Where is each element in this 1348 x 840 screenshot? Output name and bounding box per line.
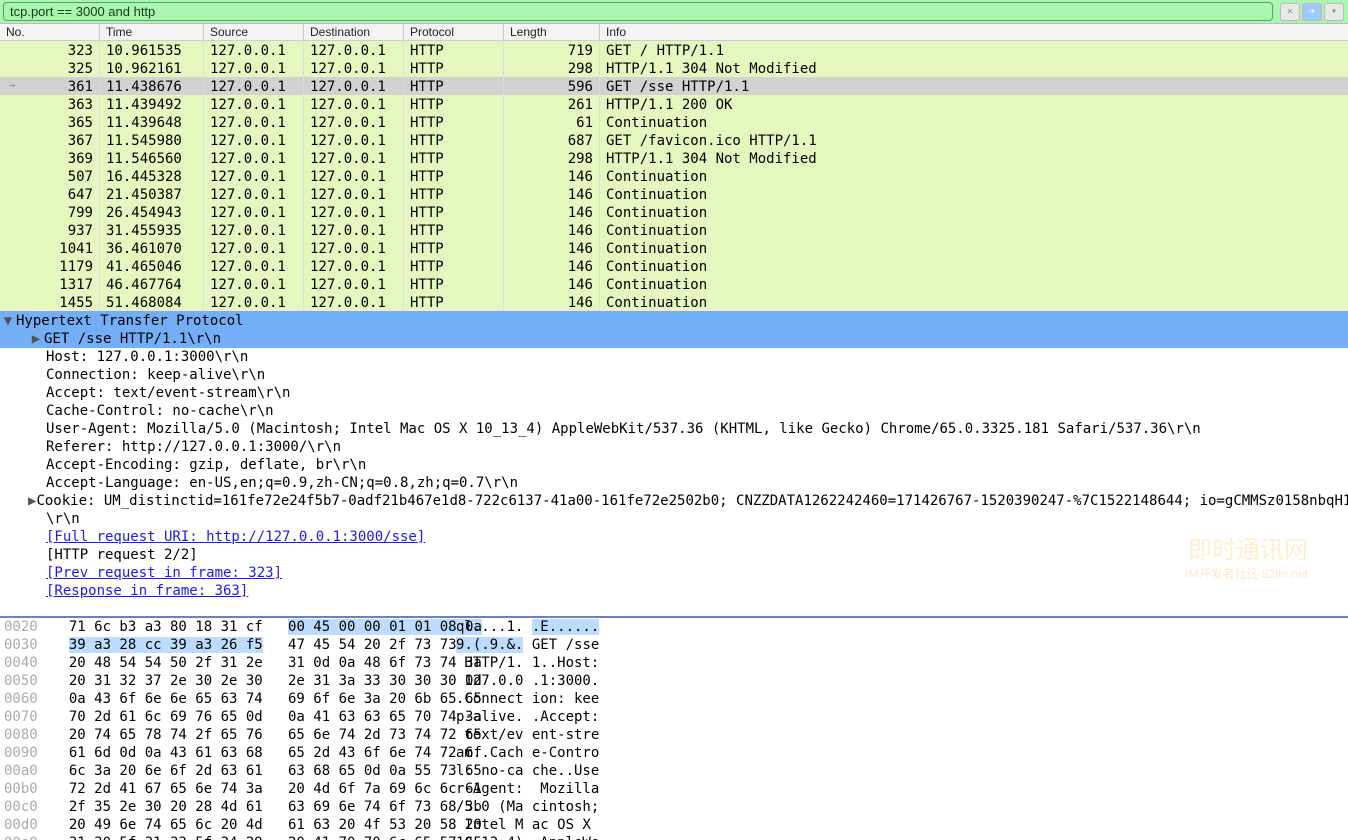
filter-dropdown-button[interactable]: ▾: [1324, 3, 1344, 21]
http-request-line[interactable]: ▶ GET /sse HTTP/1.1\r\n: [0, 330, 1348, 348]
col-header-time[interactable]: Time: [100, 24, 204, 40]
clear-filter-button[interactable]: ✕: [1280, 3, 1300, 21]
packet-row[interactable]: 131746.467764127.0.0.1127.0.0.1HTTP146Co…: [0, 275, 1348, 293]
apply-filter-button[interactable]: ➔: [1302, 3, 1322, 21]
packet-row[interactable]: 36311.439492127.0.0.1127.0.0.1HTTP261HTT…: [0, 95, 1348, 113]
hex-row[interactable]: 0020 71 6c b3 a3 80 18 31 cf 00 45 00 00…: [0, 618, 1348, 636]
hex-row[interactable]: 00a0 6c 3a 20 6e 6f 2d 63 61 63 68 65 0d…: [0, 762, 1348, 780]
hex-row[interactable]: 0060 0a 43 6f 6e 6e 65 63 74 69 6f 6e 3a…: [0, 690, 1348, 708]
col-header-length[interactable]: Length: [504, 24, 600, 40]
hex-row[interactable]: 0070 70 2d 61 6c 69 76 65 0d 0a 41 63 63…: [0, 708, 1348, 726]
packet-list-header: No. Time Source Destination Protocol Len…: [0, 24, 1348, 41]
http-request-index[interactable]: [HTTP request 2/2]: [0, 546, 1348, 564]
http-header-line[interactable]: Accept-Language: en-US,en;q=0.9,zh-CN;q=…: [0, 474, 1348, 492]
hex-row[interactable]: 0040 20 48 54 54 50 2f 31 2e 31 0d 0a 48…: [0, 654, 1348, 672]
packet-row[interactable]: 36711.545980127.0.0.1127.0.0.1HTTP687GET…: [0, 131, 1348, 149]
packet-row[interactable]: 145551.468084127.0.0.1127.0.0.1HTTP146Co…: [0, 293, 1348, 311]
packet-details-pane[interactable]: ▼ Hypertext Transfer Protocol ▶ GET /sse…: [0, 312, 1348, 618]
proto-http-root[interactable]: ▼ Hypertext Transfer Protocol: [0, 312, 1348, 330]
packet-row[interactable]: 36911.546560127.0.0.1127.0.0.1HTTP298HTT…: [0, 149, 1348, 167]
http-header-line[interactable]: Accept: text/event-stream\r\n: [0, 384, 1348, 402]
hex-row[interactable]: 00c0 2f 35 2e 30 20 28 4d 61 63 69 6e 74…: [0, 798, 1348, 816]
disclosure-triangle-icon[interactable]: ▶: [28, 492, 36, 510]
hex-row[interactable]: 00d0 20 49 6e 74 65 6c 20 4d 61 63 20 4f…: [0, 816, 1348, 834]
http-header-line[interactable]: User-Agent: Mozilla/5.0 (Macintosh; Inte…: [0, 420, 1348, 438]
http-header-line[interactable]: Referer: http://127.0.0.1:3000/\r\n: [0, 438, 1348, 456]
packet-bytes-pane[interactable]: 0020 71 6c b3 a3 80 18 31 cf 00 45 00 00…: [0, 618, 1348, 840]
http-response-in[interactable]: [Response in frame: 363]: [0, 582, 1348, 600]
packet-row[interactable]: 50716.445328127.0.0.1127.0.0.1HTTP146Con…: [0, 167, 1348, 185]
hex-row[interactable]: 00b0 72 2d 41 67 65 6e 74 3a 20 4d 6f 7a…: [0, 780, 1348, 798]
disclosure-triangle-icon[interactable]: ▶: [28, 330, 44, 348]
http-header-line[interactable]: \r\n: [0, 510, 1348, 528]
packet-row[interactable]: 93731.455935127.0.0.1127.0.0.1HTTP146Con…: [0, 221, 1348, 239]
packet-row[interactable]: 117941.465046127.0.0.1127.0.0.1HTTP146Co…: [0, 257, 1348, 275]
col-header-no[interactable]: No.: [0, 24, 100, 40]
hex-row[interactable]: 0080 20 74 65 78 74 2f 65 76 65 6e 74 2d…: [0, 726, 1348, 744]
packet-row[interactable]: 36111.438676127.0.0.1127.0.0.1HTTP596GET…: [0, 77, 1348, 95]
packet-row[interactable]: 64721.450387127.0.0.1127.0.0.1HTTP146Con…: [0, 185, 1348, 203]
packet-row[interactable]: 104136.461070127.0.0.1127.0.0.1HTTP146Co…: [0, 239, 1348, 257]
hex-row[interactable]: 0030 39 a3 28 cc 39 a3 26 f5 47 45 54 20…: [0, 636, 1348, 654]
http-header-line[interactable]: Connection: keep-alive\r\n: [0, 366, 1348, 384]
hex-row[interactable]: 0090 61 6d 0d 0a 43 61 63 68 65 2d 43 6f…: [0, 744, 1348, 762]
packet-list-pane: No. Time Source Destination Protocol Len…: [0, 24, 1348, 312]
http-header-line[interactable]: ▶Cookie: UM_distinctid=161fe72e24f5b7-0a…: [0, 492, 1348, 510]
http-full-uri[interactable]: [Full request URI: http://127.0.0.1:3000…: [0, 528, 1348, 546]
display-filter-input[interactable]: [3, 2, 1273, 21]
hex-row[interactable]: 00e0 31 30 5f 31 33 5f 34 29 20 41 70 70…: [0, 834, 1348, 840]
display-filter-bar: ✕ ➔ ▾: [0, 0, 1348, 24]
col-header-destination[interactable]: Destination: [304, 24, 404, 40]
disclosure-triangle-icon[interactable]: ▼: [0, 312, 16, 330]
packet-row[interactable]: 36511.439648127.0.0.1127.0.0.1HTTP61Cont…: [0, 113, 1348, 131]
col-header-info[interactable]: Info: [600, 24, 1348, 40]
http-header-line[interactable]: Host: 127.0.0.1:3000\r\n: [0, 348, 1348, 366]
http-header-line[interactable]: Accept-Encoding: gzip, deflate, br\r\n: [0, 456, 1348, 474]
col-header-source[interactable]: Source: [204, 24, 304, 40]
packet-list-body[interactable]: 32310.961535127.0.0.1127.0.0.1HTTP719GET…: [0, 41, 1348, 311]
packet-row[interactable]: 79926.454943127.0.0.1127.0.0.1HTTP146Con…: [0, 203, 1348, 221]
packet-row[interactable]: 32510.962161127.0.0.1127.0.0.1HTTP298HTT…: [0, 59, 1348, 77]
hex-row[interactable]: 0050 20 31 32 37 2e 30 2e 30 2e 31 3a 33…: [0, 672, 1348, 690]
http-prev-request[interactable]: [Prev request in frame: 323]: [0, 564, 1348, 582]
http-header-line[interactable]: Cache-Control: no-cache\r\n: [0, 402, 1348, 420]
proto-http-label: Hypertext Transfer Protocol: [16, 312, 244, 330]
http-request-line-text: GET /sse HTTP/1.1\r\n: [44, 330, 221, 348]
col-header-protocol[interactable]: Protocol: [404, 24, 504, 40]
packet-row[interactable]: 32310.961535127.0.0.1127.0.0.1HTTP719GET…: [0, 41, 1348, 59]
